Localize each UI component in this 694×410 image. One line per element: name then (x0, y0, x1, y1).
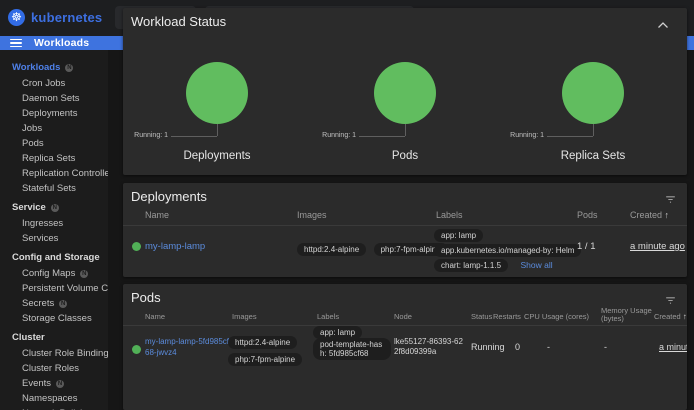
sidebar-item-cron-jobs[interactable]: Cron Jobs (0, 76, 108, 91)
namespaced-badge-icon: N (65, 64, 73, 72)
sidebar-item-storage-classes[interactable]: Storage Classes (0, 311, 108, 326)
sidebar-item-events[interactable]: Events N (0, 376, 108, 391)
image-chip: httpd:2.4-alpine (228, 336, 297, 349)
pods-pie-chart[interactable]: Running: 1 Pods (311, 46, 499, 168)
filter-icon[interactable] (664, 193, 677, 206)
pie-slice-running (374, 62, 436, 124)
workload-status-title: Workload Status (131, 14, 226, 29)
pod-restarts: 0 (515, 342, 520, 352)
workload-status-card: Workload Status Running: 1 Deployments R… (123, 8, 687, 175)
sort-ascending-icon: ↑ (665, 210, 670, 220)
sidebar-item-config-maps[interactable]: Config Maps N (0, 266, 108, 281)
pie-slice-running (562, 62, 624, 124)
pie-annotation: Running: 1 (322, 132, 356, 139)
pod-memory-usage: - (604, 342, 607, 352)
col-header-status[interactable]: Status (471, 312, 492, 321)
sidebar-section-cluster[interactable]: Cluster (0, 329, 108, 346)
workload-status-charts: Running: 1 Deployments Running: 1 Pods R… (123, 46, 687, 168)
namespaced-badge-icon: N (56, 380, 64, 388)
sidebar-item-replication-controllers[interactable]: Replication Controllers (0, 166, 108, 181)
sidebar-item-replica-sets[interactable]: Replica Sets (0, 151, 108, 166)
node-name: lke55127-86393-622f8d09399a (394, 337, 466, 357)
image-chip: php:7-fpm-alpine (228, 353, 302, 366)
pod-name-link[interactable]: my-lamp-lamp-5fd985cf68-jwvz4 (145, 336, 231, 358)
col-header-name[interactable]: Name (145, 312, 165, 321)
sidebar-item-cluster-roles[interactable]: Cluster Roles (0, 361, 108, 376)
label-chip: chart: lamp-1.1.5 (434, 259, 508, 272)
col-header-labels[interactable]: Labels (436, 210, 463, 220)
namespaced-badge-icon: N (59, 300, 67, 308)
col-header-labels[interactable]: Labels (317, 312, 339, 321)
col-header-created[interactable]: Created ↑ (654, 312, 687, 321)
sidebar-item-daemon-sets[interactable]: Daemon Sets (0, 91, 108, 106)
sidebar-item-ingresses[interactable]: Ingresses (0, 216, 108, 231)
deployments-title: Deployments (131, 189, 207, 204)
col-header-cpu-usage[interactable]: CPU Usage (cores) (524, 312, 589, 321)
collapse-chevron-icon[interactable] (657, 21, 669, 29)
filter-icon[interactable] (664, 294, 677, 307)
deployments-pie-chart[interactable]: Running: 1 Deployments (123, 46, 311, 168)
deployments-card: Deployments Name Images Labels Pods Crea… (123, 183, 687, 277)
show-all-labels-link[interactable]: Show all (520, 260, 552, 270)
sidebar-item-services[interactable]: Services (0, 231, 108, 246)
sidebar-item-workloads[interactable]: Workloads N (0, 59, 108, 76)
col-header-memory-usage[interactable]: Memory Usage (bytes) (601, 307, 653, 323)
namespaced-badge-icon: N (51, 204, 59, 212)
pie-slice-running (186, 62, 248, 124)
sidebar-item-secrets[interactable]: Secrets N (0, 296, 108, 311)
created-timestamp: a minute ago (630, 241, 685, 252)
sidebar-item-stateful-sets[interactable]: Stateful Sets (0, 181, 108, 196)
col-header-images[interactable]: Images (297, 210, 327, 220)
pie-annotation: Running: 1 (134, 132, 168, 139)
image-chip: httpd:2.4-alpine (297, 243, 366, 256)
page-title: Workloads (34, 37, 89, 49)
sidebar-item-service[interactable]: Service N (0, 199, 108, 216)
pods-card: Pods Name Images Labels Node Status Rest… (123, 284, 687, 410)
sidebar-item-network-policies[interactable]: Network Policies N (0, 406, 108, 410)
replica-sets-pie-chart[interactable]: Running: 1 Replica Sets (499, 46, 687, 168)
col-header-name[interactable]: Name (145, 210, 169, 220)
col-header-images[interactable]: Images (232, 312, 257, 321)
col-header-restarts[interactable]: Restarts (493, 312, 521, 321)
col-header-created[interactable]: Created ↑ (630, 210, 669, 220)
brand-name: kubernetes (31, 10, 102, 25)
sidebar-item-pods[interactable]: Pods (0, 136, 108, 151)
col-header-node[interactable]: Node (394, 312, 412, 321)
kubernetes-logo[interactable]: ☸ kubernetes (8, 9, 102, 26)
sort-ascending-icon: ↑ (683, 312, 687, 321)
status-ok-icon (132, 242, 141, 251)
pod-cpu-usage: - (547, 342, 550, 352)
created-timestamp: a minute ago (659, 342, 687, 352)
sidebar-nav: Workloads N Cron Jobs Daemon Sets Deploy… (0, 50, 108, 410)
kubernetes-helm-icon: ☸ (8, 9, 25, 26)
pods-title: Pods (131, 290, 161, 305)
pie-annotation: Running: 1 (510, 132, 544, 139)
col-header-pods[interactable]: Pods (577, 210, 598, 220)
deployment-name-link[interactable]: my-lamp-lamp (145, 241, 205, 252)
sidebar-section-config-and-storage[interactable]: Config and Storage (0, 249, 108, 266)
sidebar-item-namespaces[interactable]: Namespaces (0, 391, 108, 406)
status-ok-icon (132, 345, 141, 354)
pie-chart-label: Pods (311, 150, 499, 162)
sidebar-item-deployments[interactable]: Deployments (0, 106, 108, 121)
menu-icon[interactable] (10, 39, 22, 48)
pie-chart-label: Deployments (123, 150, 311, 162)
sidebar-item-persistent-volume-claims[interactable]: Persistent Volume Claims N (0, 281, 108, 296)
kubernetes-dashboard: ☸ kubernetes default ▾ + (0, 0, 694, 410)
pod-status: Running (471, 342, 505, 352)
pods-ratio: 1 / 1 (577, 241, 596, 252)
sidebar-item-cluster-role-bindings[interactable]: Cluster Role Bindings (0, 346, 108, 361)
pie-chart-label: Replica Sets (499, 150, 687, 162)
namespaced-badge-icon: N (80, 270, 88, 278)
label-chip: pod-template-hash: 5fd985cf68 (313, 338, 391, 360)
sidebar-item-jobs[interactable]: Jobs (0, 121, 108, 136)
